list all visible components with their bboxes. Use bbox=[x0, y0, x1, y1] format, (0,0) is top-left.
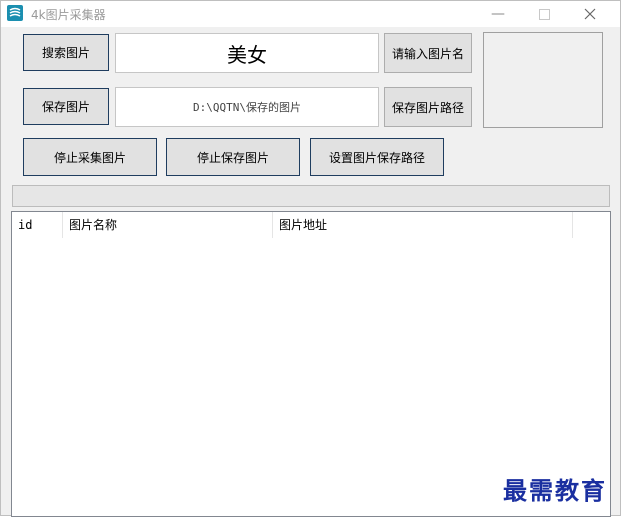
app-window: 4k图片采集器 — 搜索图片 美女 请输入图片名 保存图片 D:\QQTN\保存… bbox=[0, 0, 621, 517]
enter-name-button[interactable]: 请输入图片名 bbox=[384, 33, 472, 73]
app-logo-icon bbox=[7, 5, 23, 21]
save-path-button[interactable]: 保存图片路径 bbox=[384, 87, 472, 127]
stop-save-button[interactable]: 停止保存图片 bbox=[166, 138, 300, 176]
image-preview bbox=[483, 32, 603, 128]
search-input[interactable]: 美女 bbox=[115, 33, 379, 73]
stop-collect-button[interactable]: 停止采集图片 bbox=[23, 138, 157, 176]
maximize-icon[interactable] bbox=[521, 1, 567, 27]
save-path-field[interactable]: D:\QQTN\保存的图片 bbox=[115, 87, 379, 127]
title-bar[interactable]: 4k图片采集器 — bbox=[1, 1, 620, 27]
progress-bar bbox=[12, 185, 610, 207]
column-header-id[interactable]: id bbox=[12, 212, 63, 238]
save-button[interactable]: 保存图片 bbox=[23, 88, 109, 125]
column-header-name[interactable]: 图片名称 bbox=[63, 212, 273, 238]
window-title: 4k图片采集器 bbox=[31, 8, 106, 22]
set-path-button[interactable]: 设置图片保存路径 bbox=[310, 138, 444, 176]
watermark: 最需教育 bbox=[503, 476, 607, 505]
close-icon[interactable] bbox=[567, 1, 613, 27]
minimize-icon[interactable]: — bbox=[475, 1, 521, 27]
column-header-url[interactable]: 图片地址 bbox=[273, 212, 573, 238]
search-button[interactable]: 搜索图片 bbox=[23, 34, 109, 71]
